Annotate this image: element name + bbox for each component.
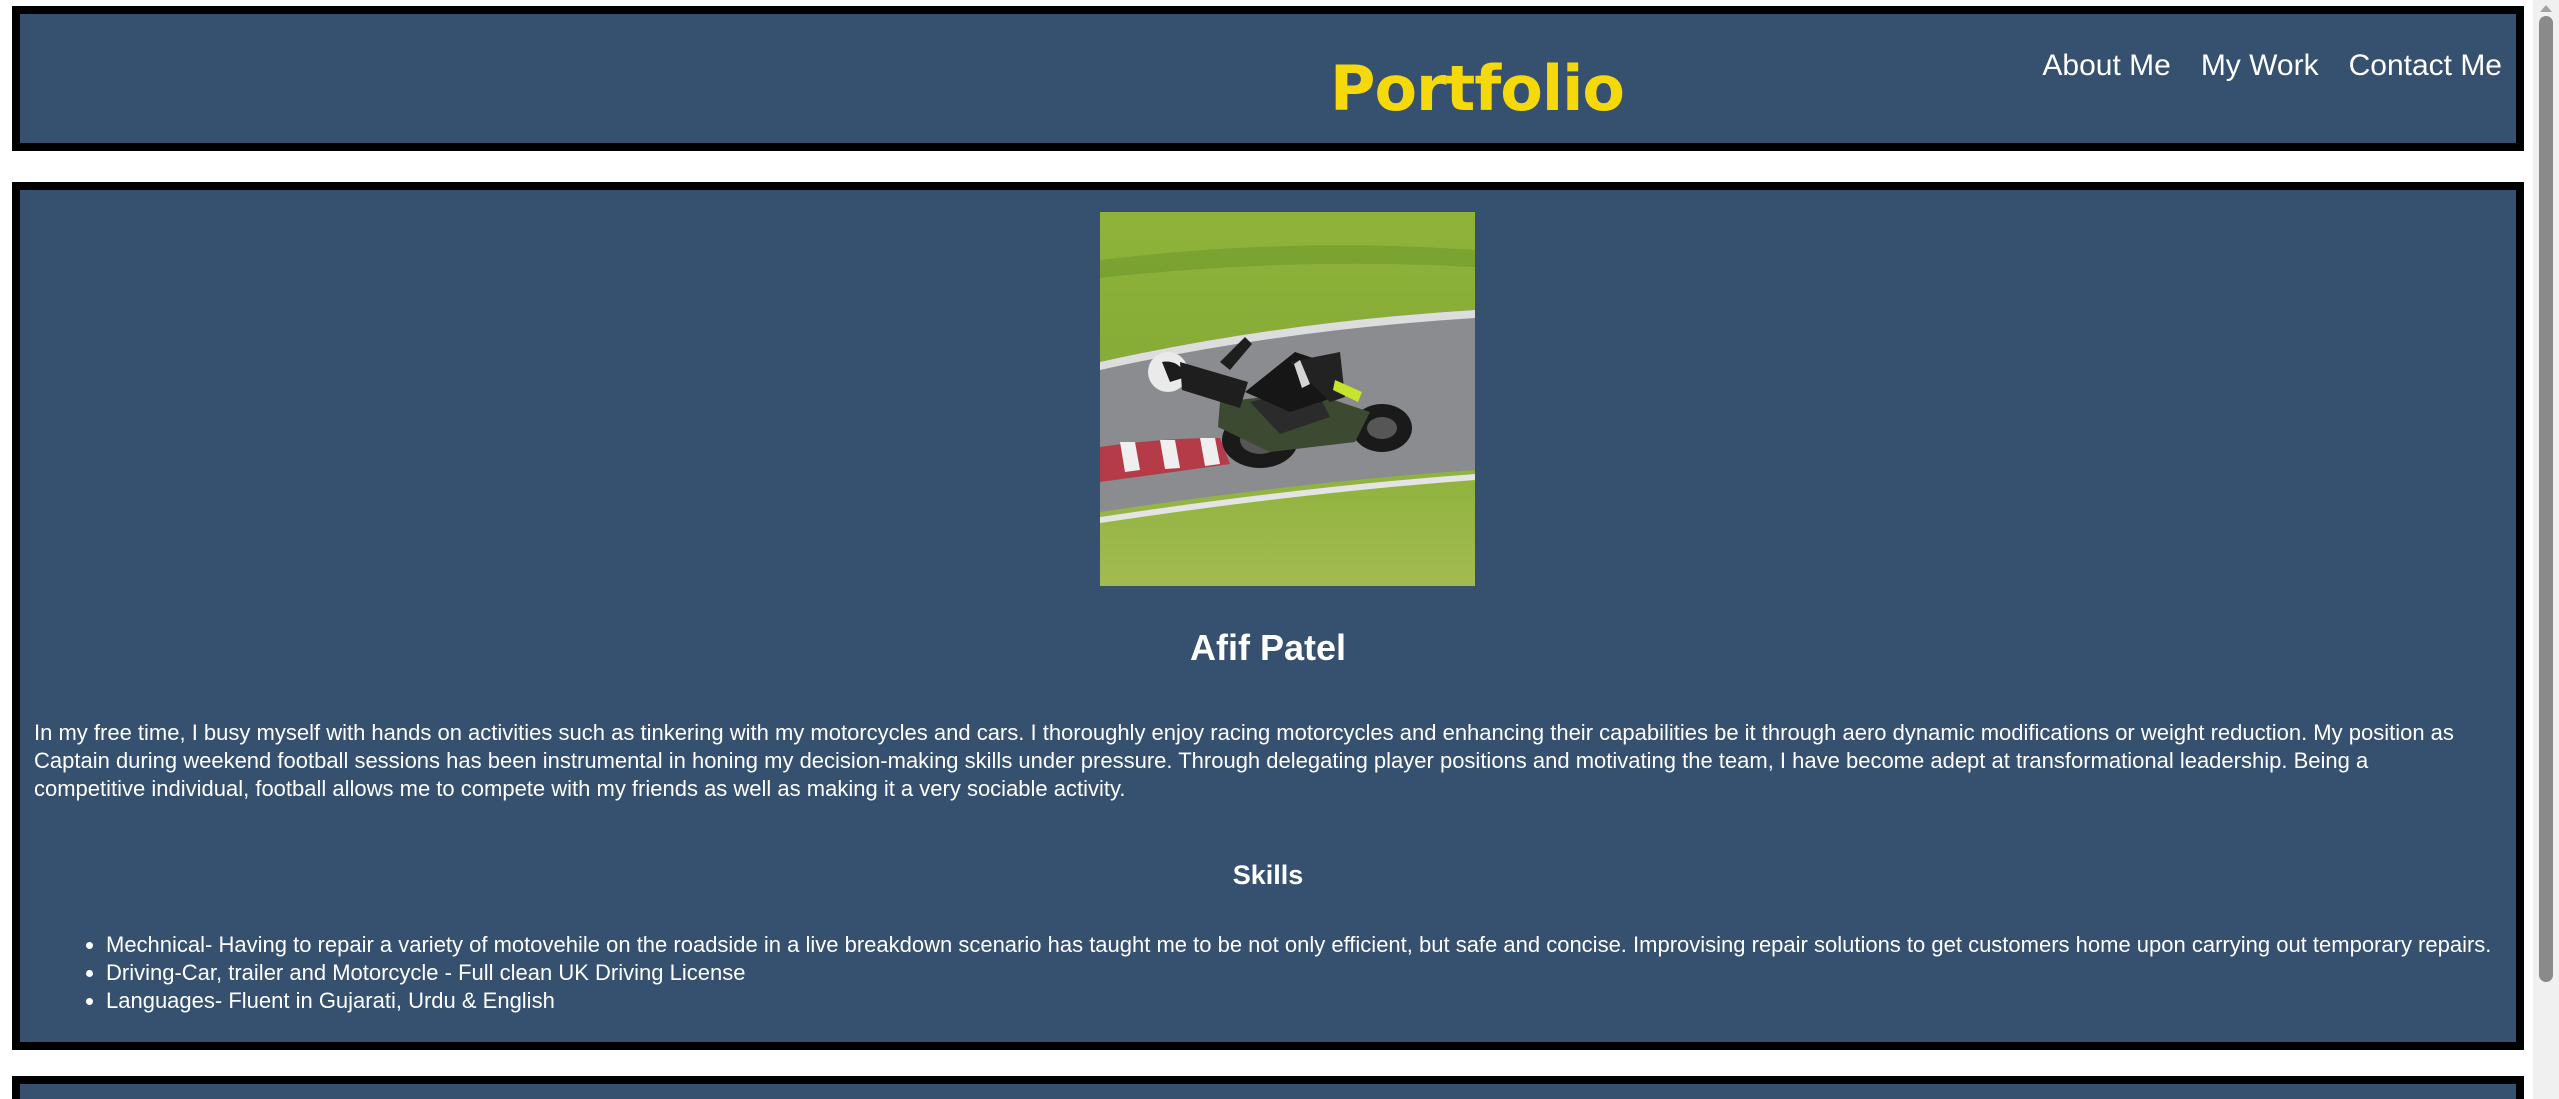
skills-list: Mechnical- Having to repair a variety of… <box>56 931 2556 1015</box>
site-header: Portfolio About Me My Work Contact Me <box>12 6 2524 151</box>
nav-link-my-work[interactable]: My Work <box>2201 44 2319 88</box>
scroll-up-arrow-icon[interactable] <box>2540 5 2552 12</box>
nav-link-about-me[interactable]: About Me <box>2042 44 2170 88</box>
profile-photo <box>1100 212 1475 586</box>
profile-name: Afif Patel <box>1189 627 1347 668</box>
scrollbar-thumb[interactable] <box>2539 16 2553 982</box>
skill-item-driving: Driving-Car, trailer and Motorcycle - Fu… <box>106 959 2556 987</box>
about-section: Afif Patel In my free time, I busy mysel… <box>12 182 2524 1050</box>
skills-heading: Skills <box>1232 860 1304 890</box>
page: Portfolio About Me My Work Contact Me Af… <box>0 0 2559 1099</box>
vertical-scrollbar[interactable] <box>2533 0 2559 1099</box>
skill-item-mechanical: Mechnical- Having to repair a variety of… <box>106 931 2556 959</box>
site-title: Portfolio <box>1330 52 1625 125</box>
bio-paragraph: In my free time, I busy myself with hand… <box>34 720 2454 801</box>
skill-item-languages: Languages- Fluent in Gujarati, Urdu & En… <box>106 987 2556 1015</box>
nav-link-contact-me[interactable]: Contact Me <box>2349 44 2502 88</box>
main-nav: About Me My Work Contact Me <box>2042 44 2502 88</box>
next-section <box>12 1076 2524 1099</box>
motorcycle-photo <box>1100 212 1475 586</box>
